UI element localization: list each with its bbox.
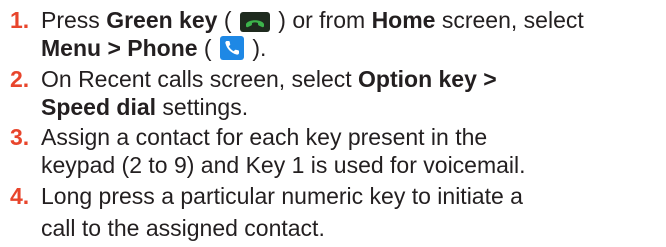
step-number: 4. [10,183,30,209]
bold-term: Green key [106,7,218,33]
step-3-line-2: keypad (2 to 9) and Key 1 is used for vo… [41,151,526,179]
text-run: call to the assigned contact. [41,215,325,241]
step-3-line-1: Assign a contact for each key present in… [41,123,487,151]
step-number: 2. [10,66,30,92]
step-number: 3. [10,124,30,150]
step-2-line-1: On Recent calls screen, select Option ke… [41,65,497,93]
text-run: screen, select [435,7,584,33]
bold-term: Menu > Phone [41,35,198,61]
text-run: Assign a contact for each key present in… [41,124,488,150]
phone-app-icon [220,36,244,66]
text-run: ( [217,7,238,33]
steps-list: 1. Press Green key ( ) or from Home scre… [0,0,666,247]
bold-term: Speed dial [41,94,157,120]
text-run: On Recent calls screen, select [41,66,359,92]
text-run: ) or from [271,7,372,33]
text-run: Long press a particular numeric key to i… [41,183,523,209]
bold-term: Option key > [358,66,497,92]
text-run: Press [41,7,107,33]
step-number: 1. [10,7,30,33]
step-4-line-1: Long press a particular numeric key to i… [41,182,523,210]
text-run: ). [246,35,267,61]
step-2-line-2: Speed dial settings. [41,93,248,121]
bold-term: Home [371,7,436,33]
step-1-line-2: Menu > Phone ( ). [41,34,266,66]
text-run: settings. [156,94,249,120]
text-run: ( [197,35,218,61]
text-run: keypad (2 to 9) and Key 1 is used for vo… [41,152,526,178]
step-4-line-2: call to the assigned contact. [41,214,325,242]
